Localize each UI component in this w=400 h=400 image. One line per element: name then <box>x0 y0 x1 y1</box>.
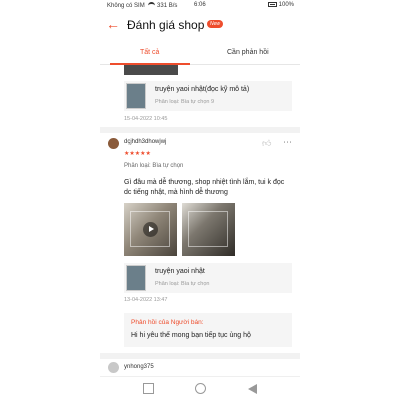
new-badge: New <box>207 20 224 28</box>
phone-screen: Không có SIM 331 B/s 6:06 100% ← Đánh gi… <box>100 0 300 400</box>
clock: 6:06 <box>194 2 206 8</box>
android-nav-bar <box>100 376 300 400</box>
seller-reply-text: Hi hi yêu thế mong bạn tiếp tục ủng hộ <box>131 332 251 339</box>
divider <box>100 353 300 359</box>
product-thumbnail <box>126 265 146 291</box>
header: ← Đánh giá shop - New <box>100 12 300 38</box>
play-icon[interactable] <box>143 222 158 237</box>
back-arrow-icon[interactable]: ← <box>106 17 120 31</box>
battery-status: 100% <box>267 2 294 8</box>
tab-all[interactable]: Tất cả <box>140 49 159 56</box>
photo-content <box>188 211 228 247</box>
review-date: 15-04-2022 10:45 <box>124 116 168 122</box>
product-name: truyện yaoi nhật(đọc kỹ mô tả) <box>155 86 250 93</box>
avatar[interactable] <box>108 138 119 149</box>
avatar[interactable] <box>108 362 119 373</box>
product-thumbnail <box>126 83 146 109</box>
product-variant: Phân loại: Bìa tự chọn <box>155 281 210 287</box>
recent-apps-icon[interactable] <box>143 383 154 394</box>
more-options-icon[interactable]: ⋯ <box>283 137 292 147</box>
carrier-text: Không có SIM 331 B/s <box>107 2 178 9</box>
review-video-thumbnail[interactable] <box>124 203 177 256</box>
review-comment: Gì đâu mà dễ thương, shop nhiệt tình lắm… <box>124 179 285 196</box>
review-date: 13-04-2022 13:47 <box>124 297 168 303</box>
review-photo[interactable] <box>124 65 178 75</box>
home-icon[interactable] <box>195 383 206 394</box>
thumbs-up-icon[interactable]: 👍︎ <box>262 138 272 148</box>
product-name: truyện yaoi nhật <box>155 268 205 275</box>
review-photo[interactable] <box>182 203 235 256</box>
product-card[interactable]: truyện yaoi nhật(đọc kỹ mô tả) Phân loại… <box>124 81 292 111</box>
battery-icon <box>267 2 277 7</box>
reviewer-name: ynhong375 <box>124 364 154 370</box>
tab-bar: Tất cả Cần phản hồi <box>100 41 300 65</box>
seller-reply: Phản hồi của Người bán: Hi hi yêu thế mo… <box>124 313 292 347</box>
seller-reply-label: Phản hồi của Người bán: <box>131 319 204 326</box>
divider <box>100 127 300 133</box>
review-variant: Phân loại: Bìa tự chọn <box>124 163 184 169</box>
reviewer-name: dçjhdh3dhowjwj <box>124 139 167 145</box>
page-title: Đánh giá shop - <box>127 18 212 32</box>
star-rating: ★★★★★ <box>124 151 151 157</box>
product-variant: Phân loại: Bìa tự chọn 9 <box>155 99 215 105</box>
tab-need-reply[interactable]: Cần phản hồi <box>227 49 269 56</box>
product-card[interactable]: truyện yaoi nhật Phân loại: Bìa tự chọn <box>124 263 292 293</box>
wifi-icon <box>148 2 156 7</box>
nav-back-icon[interactable] <box>247 383 258 394</box>
status-bar: Không có SIM 331 B/s 6:06 100% <box>100 0 300 12</box>
